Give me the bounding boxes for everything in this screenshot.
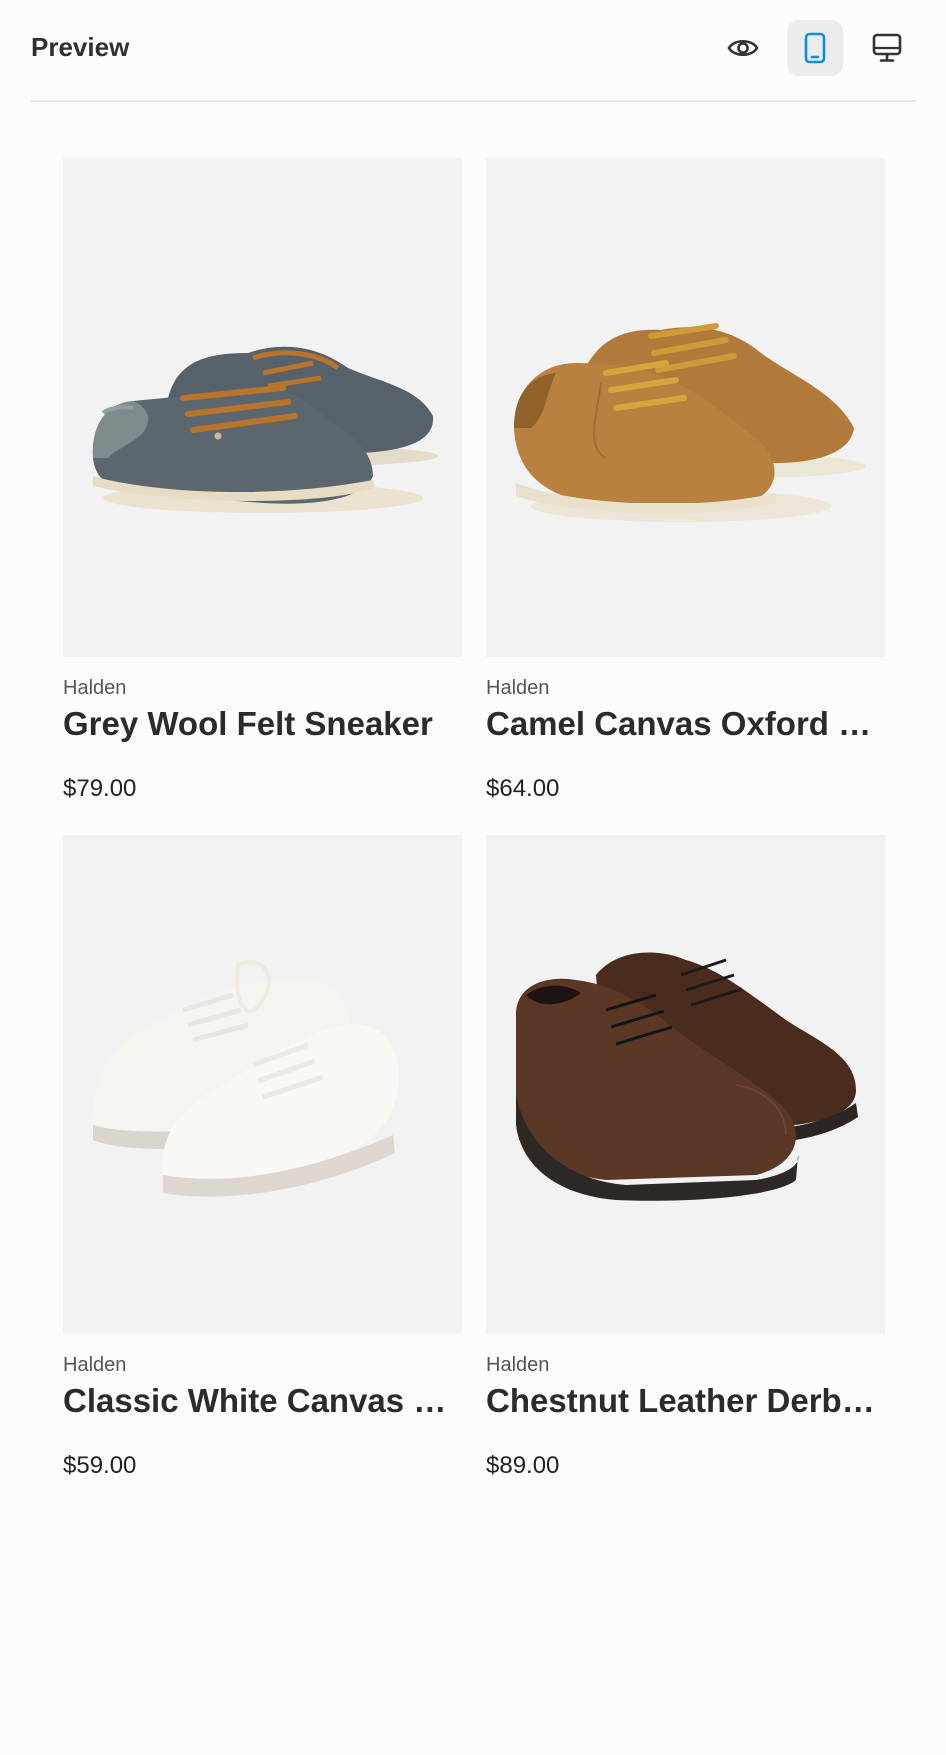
- product-image[interactable]: [63, 835, 462, 1334]
- product-vendor: Halden: [63, 1354, 127, 1376]
- page-title: Preview: [31, 32, 130, 62]
- product-image[interactable]: [486, 158, 885, 657]
- product-title[interactable]: Grey Wool Felt Sneaker: [63, 704, 462, 744]
- eye-icon: [727, 39, 759, 57]
- product-title[interactable]: Camel Canvas Oxford Sneaker: [486, 704, 885, 744]
- mobile-icon: [804, 32, 826, 64]
- product-card[interactable]: Halden Classic White Canvas Sneaker $59.…: [63, 835, 462, 1481]
- product-card[interactable]: Halden Chestnut Leather Derby Shoe $89.0…: [486, 835, 885, 1481]
- product-price: $89.00: [486, 1452, 560, 1479]
- product-title[interactable]: Classic White Canvas Sneaker: [63, 1381, 462, 1421]
- product-price: $79.00: [63, 775, 137, 802]
- desktop-icon: [872, 33, 902, 62]
- brown-leather-derby-image: [516, 952, 858, 1201]
- product-card[interactable]: Halden Grey Wool Felt Sneaker $79.00: [63, 158, 462, 804]
- camel-canvas-sneakers-image: [514, 323, 866, 522]
- mobile-view-button[interactable]: [787, 20, 843, 76]
- product-vendor: Halden: [486, 677, 550, 699]
- product-vendor: Halden: [63, 677, 127, 699]
- product-vendor: Halden: [486, 1354, 550, 1376]
- product-price: $59.00: [63, 1452, 137, 1479]
- product-price: $64.00: [486, 775, 560, 802]
- preview-panel: Preview Halden Grey Wool Felt Sneaker $7…: [0, 0, 946, 1755]
- white-canvas-sneakers-image: [92, 960, 399, 1197]
- desktop-view-button[interactable]: [859, 20, 915, 76]
- product-image[interactable]: [63, 158, 462, 657]
- preview-eye-button[interactable]: [715, 20, 771, 76]
- product-card[interactable]: Halden Camel Canvas Oxford Sneaker $64.0…: [486, 158, 885, 804]
- preview-header: Preview: [31, 0, 916, 102]
- product-title[interactable]: Chestnut Leather Derby Shoe: [486, 1381, 885, 1421]
- grey-wool-sneakers-image: [92, 346, 438, 513]
- product-image[interactable]: [486, 835, 885, 1334]
